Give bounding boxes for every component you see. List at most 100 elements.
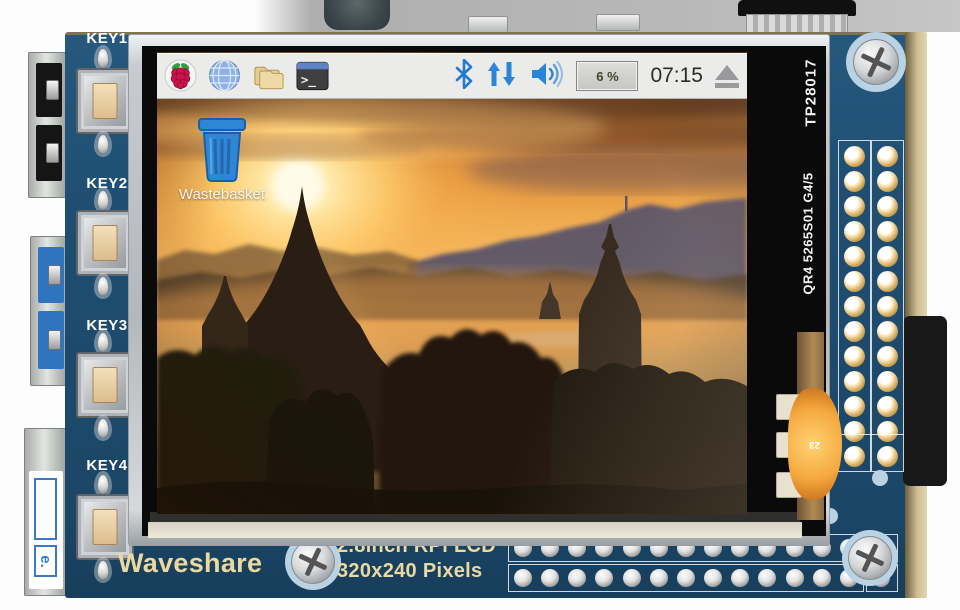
solder-joint (623, 569, 641, 587)
side-connector (903, 316, 947, 486)
button-pin (97, 276, 109, 296)
sticker-text: e. (37, 555, 54, 568)
gpio-holes-left (838, 146, 871, 467)
gpio-hole (877, 421, 898, 442)
volume-icon[interactable] (530, 59, 564, 94)
gpio-hole (877, 346, 898, 367)
metal-clip (468, 16, 508, 33)
usb-contact (46, 143, 59, 163)
taskbar-status: 6 % 07:15 (454, 59, 739, 93)
raspberry-menu-icon[interactable] (164, 59, 197, 92)
gpio-hole (844, 346, 865, 367)
solder-joint (650, 569, 668, 587)
serial-marking-text: QR4 5265S01 G4/5 (801, 172, 816, 294)
bluetooth-icon[interactable] (454, 59, 474, 94)
button-pin (97, 332, 109, 352)
button-pin (97, 560, 109, 580)
network-arrows-icon[interactable] (486, 59, 518, 94)
solder-joint (595, 569, 613, 587)
key1-button[interactable] (76, 68, 134, 134)
solder-joint (731, 569, 749, 587)
clock[interactable]: 07:15 (650, 64, 703, 88)
gpio-hole (877, 446, 898, 467)
usb2-port (28, 52, 68, 198)
gpio-separator (838, 434, 904, 435)
taskbar-launchers: >_ (164, 59, 329, 92)
gpio-hole (844, 321, 865, 342)
gpio-hole (877, 396, 898, 417)
brand-text: Waveshare (118, 548, 262, 579)
flex-cable: 23 (788, 388, 842, 500)
gpio-holes-right (871, 146, 904, 467)
screw-bottom-right (848, 536, 892, 580)
pcb-edge (905, 32, 927, 598)
solder-joint (514, 569, 532, 587)
product-photo: e. KEY1 KEY2 KEY3 KEY4 Waveshare 2.8inch… (0, 0, 960, 610)
wastebasket-desktop-icon[interactable]: Wastebasket (162, 114, 282, 203)
terminal-icon[interactable]: >_ (296, 59, 329, 92)
metal-clip (596, 14, 640, 31)
eject-icon[interactable] (715, 65, 739, 88)
gpio-hole (844, 421, 865, 442)
screw-top-right (853, 39, 899, 85)
touch-panel-film (148, 522, 802, 538)
solder-row-bottom (508, 564, 864, 592)
web-browser-icon[interactable] (208, 59, 241, 92)
gpio-hole (844, 371, 865, 392)
gpio-hole (877, 321, 898, 342)
usb-slot (38, 311, 64, 369)
button-pin (97, 190, 109, 210)
terminal-glyph: >_ (301, 71, 317, 87)
eject-bar (715, 83, 739, 88)
solder-joint (677, 569, 695, 587)
gpio-hole (877, 246, 898, 267)
key3-cap[interactable] (93, 367, 118, 403)
eject-triangle (715, 65, 739, 80)
wastebasket-label[interactable]: Wastebasket (162, 186, 282, 203)
flex-cable-marking-text: 23 (809, 439, 820, 450)
ethernet-sticker: e. (29, 471, 63, 589)
gpio-hole (877, 221, 898, 242)
serial-marking: QR4 5265S01 G4/5 (794, 126, 822, 341)
key3-button[interactable] (76, 352, 134, 418)
usb-contact (48, 265, 61, 285)
button-pin (97, 48, 109, 68)
lcd-display[interactable]: Wastebasket (157, 52, 747, 514)
button-pin (97, 418, 109, 438)
usb-slot (36, 125, 62, 181)
key4-cap[interactable] (93, 509, 118, 545)
usb-slot (36, 63, 62, 117)
sticker-box (34, 478, 57, 540)
cpu-usage-value: 6 % (596, 69, 618, 84)
gpio-hole (877, 171, 898, 192)
gpio-hole (877, 296, 898, 317)
gpio-hole (877, 196, 898, 217)
file-manager-icon[interactable] (252, 59, 285, 92)
button-pin (97, 134, 109, 154)
gpio-hole (844, 296, 865, 317)
key2-button[interactable] (76, 210, 134, 276)
screw-bottom-left (291, 540, 335, 584)
solder-joint (704, 569, 722, 587)
key1-cap[interactable] (93, 83, 118, 119)
gpio-hole (844, 171, 865, 192)
taskbar: >_ (157, 53, 747, 99)
resolution-text: 320x240 Pixels (337, 560, 482, 583)
gpio-hole (877, 271, 898, 292)
gpio-hole (844, 246, 865, 267)
gpio-hole (877, 146, 898, 167)
cpu-monitor[interactable]: 6 % (576, 61, 638, 91)
usb-contact (48, 330, 61, 350)
gpio-hole (844, 396, 865, 417)
usb-slot (38, 247, 64, 303)
usb3-port (30, 236, 68, 386)
solder-joint (541, 569, 559, 587)
button-pin (97, 474, 109, 494)
wastebasket-icon (193, 114, 251, 184)
gpio-hole (844, 196, 865, 217)
audio-jack (324, 0, 390, 30)
gpio-hole (844, 146, 865, 167)
via-pad (872, 470, 888, 486)
solder-joint (813, 569, 831, 587)
key2-cap[interactable] (93, 225, 118, 261)
